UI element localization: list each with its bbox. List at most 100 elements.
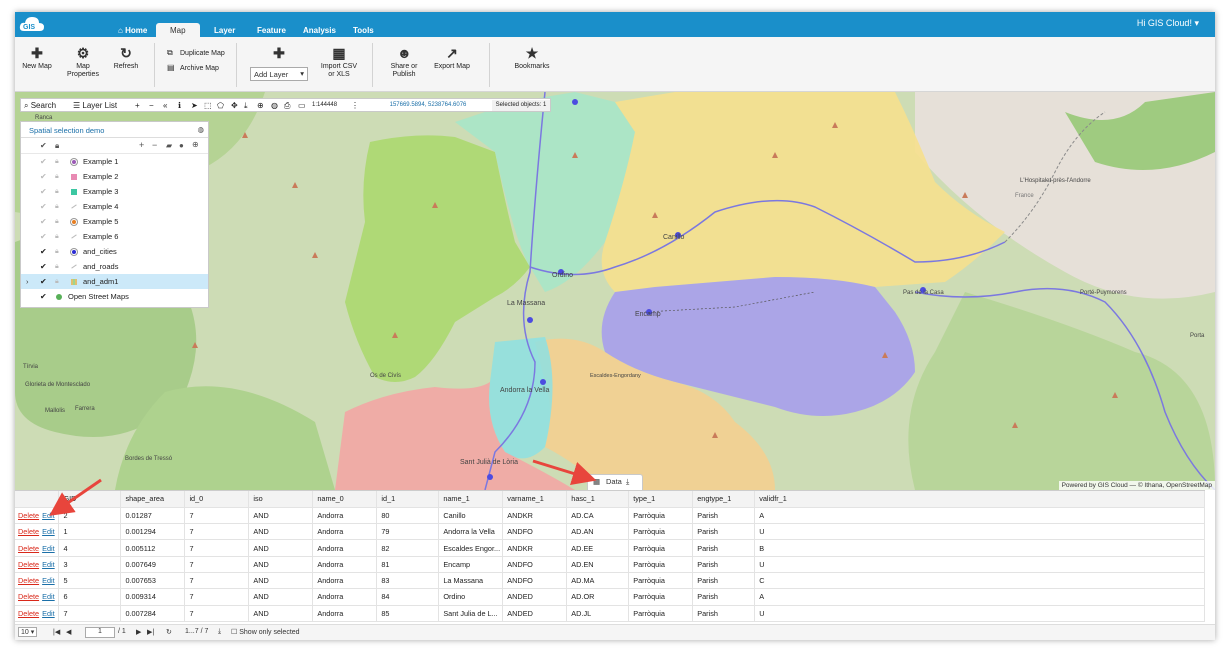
- lock-icon[interactable]: 🔒︎: [55, 244, 59, 259]
- layer-row[interactable]: ✔ 🔒︎ Example 5: [21, 214, 208, 229]
- pan-icon[interactable]: ✥: [231, 100, 238, 111]
- lock-all-icon[interactable]: 🔒︎: [55, 141, 59, 151]
- first-page-icon[interactable]: |◀: [53, 628, 60, 636]
- nav-layer[interactable]: Layer: [214, 26, 235, 35]
- layer-visibility-checkbox[interactable]: ✔: [40, 244, 47, 259]
- lock-icon[interactable]: 🔒︎: [55, 199, 59, 214]
- layer-list-button[interactable]: ☰ Layer List: [73, 100, 117, 111]
- archive-map-button[interactable]: ▤ Archive Map: [167, 63, 219, 72]
- refresh-button[interactable]: ↻ Refresh: [109, 37, 143, 92]
- edit-link[interactable]: Edit: [42, 609, 55, 618]
- zoom-to-layer-icon[interactable]: ⊕: [192, 140, 199, 149]
- duplicate-map-button[interactable]: ⧉ Duplicate Map: [167, 48, 225, 58]
- layer-row[interactable]: ✔ 🔒︎ Example 3: [21, 184, 208, 199]
- edit-link[interactable]: Edit: [42, 560, 55, 569]
- layer-visibility-checkbox[interactable]: ✔: [40, 214, 47, 229]
- bookmarks-button[interactable]: ★ Bookmarks: [512, 37, 552, 92]
- column-header[interactable]: id_0: [184, 491, 250, 508]
- user-menu[interactable]: Hi GIS Cloud! ▾: [1137, 18, 1199, 29]
- column-header[interactable]: varname_1: [502, 491, 568, 508]
- delete-link[interactable]: Delete: [18, 511, 39, 520]
- refresh-icon[interactable]: ↻: [166, 628, 172, 636]
- nav-feature[interactable]: Feature: [257, 26, 286, 35]
- measure-icon[interactable]: ▭: [298, 100, 306, 111]
- layer-visibility-checkbox[interactable]: ✔: [40, 154, 47, 169]
- table-row[interactable]: Delete Edit 1 0.001294 7 AND Andorra 79 Andorra …: [15, 523, 1205, 541]
- table-row[interactable]: Delete Edit 3 0.007649 7 AND Andorra 81 Encamp AN…: [15, 556, 1205, 573]
- city-point[interactable]: [527, 317, 533, 323]
- parish-andorra-la-vella[interactable]: [489, 337, 553, 459]
- lock-icon[interactable]: 🔒︎: [55, 229, 59, 244]
- print-icon[interactable]: ⎙: [284, 100, 290, 111]
- table-row[interactable]: Delete Edit 4 0.005112 7 AND Andorra 82 Escaldes…: [15, 539, 1205, 557]
- lock-icon[interactable]: 🔒︎: [55, 274, 59, 289]
- column-header[interactable]: type_1: [628, 491, 694, 508]
- nav-map[interactable]: Map: [156, 23, 200, 37]
- column-header[interactable]: id_1: [376, 491, 440, 508]
- polygon-select-icon[interactable]: ⬠: [217, 100, 224, 111]
- delete-link[interactable]: Delete: [18, 576, 39, 585]
- layer-row[interactable]: › ✔ 🔒︎ and_adm1: [21, 274, 208, 289]
- add-layer-plus-button[interactable]: ✚: [270, 37, 288, 92]
- import-csv-button[interactable]: ▦ Import CSV or XLS: [319, 37, 359, 92]
- edit-link[interactable]: Edit: [42, 527, 55, 536]
- layer-visibility-checkbox[interactable]: ✔: [40, 184, 47, 199]
- page-number-input[interactable]: 1: [85, 627, 115, 638]
- globe-icon[interactable]: ◍: [271, 100, 278, 111]
- layer-row[interactable]: ✔ Open Street Maps: [21, 289, 208, 304]
- layer-visibility-checkbox[interactable]: ✔: [40, 289, 47, 304]
- map-view[interactable]: Ordino La Massana Encamp Canillo Andorra…: [15, 92, 1215, 490]
- city-point[interactable]: [572, 99, 578, 105]
- layer-row[interactable]: ✔ 🔒︎ Example 1: [21, 154, 208, 169]
- column-header[interactable]: validfr_1: [754, 491, 1205, 508]
- delete-link[interactable]: Delete: [18, 544, 39, 553]
- lock-icon[interactable]: 🔒︎: [55, 214, 59, 229]
- next-page-icon[interactable]: ▶: [136, 628, 141, 636]
- add-layer-icon[interactable]: +: [139, 140, 144, 150]
- previous-extent-icon[interactable]: «: [163, 100, 167, 111]
- column-header[interactable]: GID: [58, 491, 122, 508]
- layer-visibility-checkbox[interactable]: ✔: [40, 229, 47, 244]
- city-point[interactable]: [487, 474, 493, 480]
- export-map-button[interactable]: ↗ Export Map: [432, 37, 472, 92]
- table-row[interactable]: Delete Edit 5 0.007653 7 AND Andorra 83 La Massa…: [15, 572, 1205, 590]
- layer-visibility-checkbox[interactable]: ✔: [40, 259, 47, 274]
- map-properties-button[interactable]: ⚙ Map Properties: [64, 37, 102, 92]
- check-all-icon[interactable]: ✔: [40, 141, 47, 150]
- remove-layer-icon[interactable]: −: [152, 140, 157, 150]
- info-icon[interactable]: ℹ: [178, 100, 181, 111]
- box-select-icon[interactable]: ⬚: [204, 100, 212, 111]
- edit-link[interactable]: Edit: [42, 511, 55, 520]
- new-map-button[interactable]: ✚ New Map: [19, 37, 55, 92]
- layer-visibility-checkbox[interactable]: ✔: [40, 274, 47, 289]
- layer-row[interactable]: ✔ 🔒︎ and_roads: [21, 259, 208, 274]
- add-layer-dropdown[interactable]: Add Layer ▾: [250, 67, 308, 81]
- delete-link[interactable]: Delete: [18, 609, 39, 618]
- lock-icon[interactable]: 🔒︎: [55, 184, 59, 199]
- folder-icon[interactable]: ▰: [166, 141, 172, 150]
- delete-link[interactable]: Delete: [18, 527, 39, 536]
- globe-icon[interactable]: ◍: [197, 125, 204, 134]
- nav-analysis[interactable]: Analysis: [303, 26, 336, 35]
- table-row[interactable]: Delete Edit 2 0.01287 7 AND Andorra 80 Canillo AN…: [15, 507, 1205, 525]
- layer-row[interactable]: ✔ 🔒︎ Example 6: [21, 229, 208, 244]
- column-header[interactable]: name_1: [438, 491, 504, 508]
- last-page-icon[interactable]: ▶|: [147, 628, 154, 636]
- zoom-in-icon[interactable]: +: [135, 100, 140, 111]
- page-size-select[interactable]: 10 ▾: [18, 627, 38, 637]
- column-header[interactable]: shape_area: [120, 491, 186, 508]
- nav-tools[interactable]: Tools: [353, 26, 374, 35]
- column-header[interactable]: iso: [248, 491, 314, 508]
- prev-page-icon[interactable]: ◀: [66, 628, 71, 636]
- edit-link[interactable]: Edit: [42, 576, 55, 585]
- edit-link[interactable]: Edit: [42, 544, 55, 553]
- column-header[interactable]: engtype_1: [692, 491, 756, 508]
- download-icon[interactable]: ⤓: [626, 475, 629, 489]
- lock-icon[interactable]: 🔒︎: [55, 169, 59, 184]
- show-only-selected-checkbox[interactable]: ☐ Show only selected: [231, 628, 300, 636]
- gis-cloud-logo[interactable]: GIS: [19, 16, 45, 33]
- share-publish-button[interactable]: ☻ Share or Publish: [387, 37, 421, 92]
- lock-icon[interactable]: 🔒︎: [55, 259, 59, 274]
- user-icon[interactable]: ●: [179, 141, 184, 150]
- search-button[interactable]: ⌕ Search: [24, 100, 56, 111]
